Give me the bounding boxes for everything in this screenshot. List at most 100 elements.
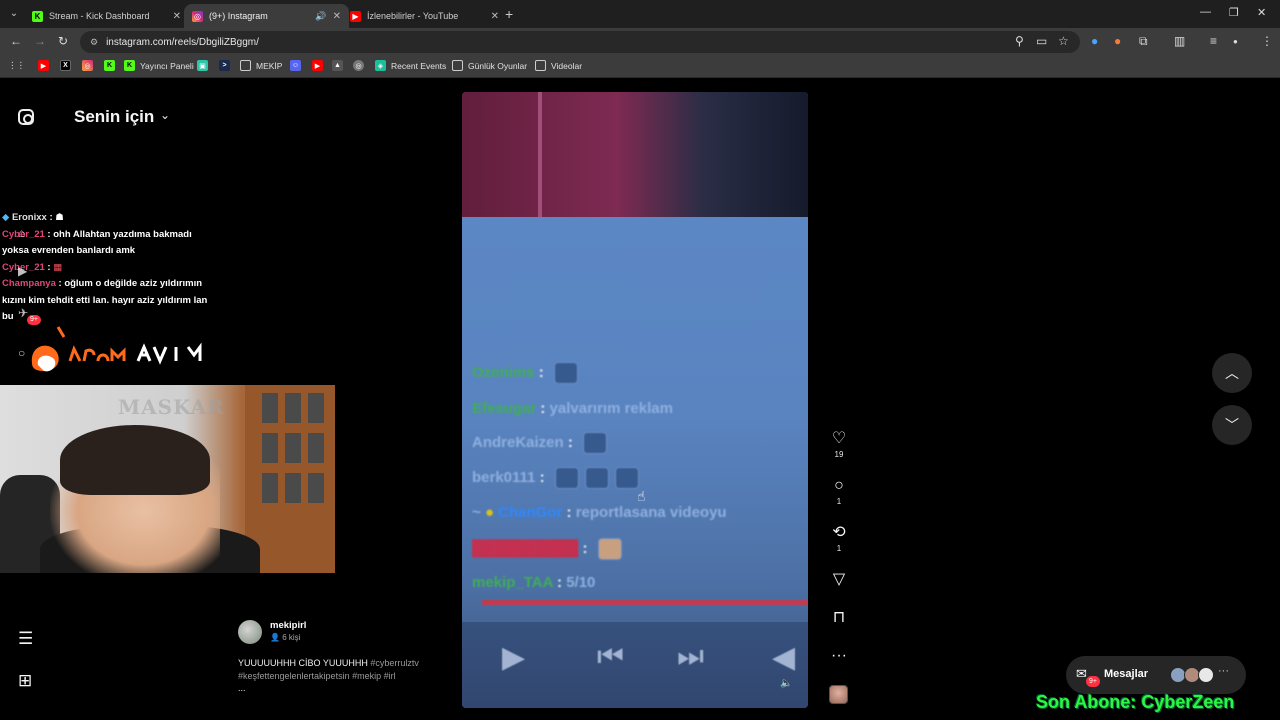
tagged-people[interactable]: 👤 6 kişi [270, 633, 300, 642]
next-reel-button[interactable]: ﹀ [1212, 405, 1252, 445]
close-window-icon[interactable]: ✕ [1257, 6, 1266, 19]
bookmark-kick[interactable]: K [104, 60, 120, 71]
bookmark-recent-events[interactable]: ◈ Recent Events [375, 60, 446, 71]
bookmark-circle[interactable]: ◎ [353, 60, 369, 71]
bookmark-label: Recent Events [391, 60, 447, 71]
video-chat-user: Efesugar [472, 400, 537, 417]
close-tab-icon[interactable]: ✕ [173, 11, 181, 22]
door-pane [285, 473, 301, 503]
bookmark-mekip[interactable]: MEKİP [240, 60, 282, 71]
more-options-button[interactable]: ··· [826, 647, 852, 665]
messages-badge: 9+ [1086, 676, 1100, 687]
comment-button[interactable]: ○ 1 [826, 477, 852, 506]
door-pane [262, 433, 278, 463]
bookmark-app[interactable]: ▣ [197, 60, 213, 71]
chat-username: Eronixx [11, 212, 47, 223]
chat-message: ◆ Eronixx : ☗ [2, 212, 64, 223]
extensions-icon[interactable]: ⧉ [1139, 34, 1148, 49]
video-top-scene [462, 92, 808, 217]
tab-title: İzlenebilirler - YouTube [367, 11, 459, 21]
close-tab-icon[interactable]: ✕ [333, 11, 341, 22]
bookmark-image[interactable]: ▲ [332, 60, 348, 71]
bookmark-terminal[interactable]: > [219, 60, 235, 71]
reload-icon[interactable]: ↻ [58, 34, 68, 48]
forward-icon[interactable]: → [34, 34, 46, 48]
bookmark-gunluk-oyunlar[interactable]: Günlük Oyunlar [452, 60, 527, 71]
kick-icon: K [124, 60, 135, 71]
speaker-icon[interactable]: 🔈 [780, 678, 792, 689]
tab-search-icon[interactable]: ⌄ [6, 5, 22, 21]
feed-selector[interactable]: Senin için [74, 107, 154, 127]
next-icon: ⏭ [677, 640, 704, 673]
chat-message: Cyber_21 : ▦ [2, 261, 63, 273]
messages-label: Mesajlar [1104, 668, 1149, 680]
profile-icon[interactable]: ● [1233, 37, 1238, 46]
tab-instagram[interactable]: ◎ (9+) Instagram 🔊 ✕ [184, 4, 349, 28]
chevron-up-icon: ︿ [1225, 365, 1239, 381]
video-chat-line: Ozenims : [472, 362, 578, 384]
reels-icon[interactable]: ▶ [18, 264, 27, 278]
author-username[interactable]: mekipirl [270, 620, 306, 631]
kick-icon: K [104, 60, 115, 71]
emote-icon [554, 467, 579, 489]
save-button[interactable]: ⊓ [826, 609, 852, 627]
apps-icon[interactable]: ⋮⋮ [8, 60, 25, 71]
x-icon: X [60, 60, 71, 71]
bookmark-x[interactable]: X [60, 60, 76, 71]
extension-blue-icon[interactable]: ● [1091, 34, 1098, 48]
restore-icon[interactable]: ❐ [1229, 6, 1239, 19]
reel-video[interactable]: Ozenims : Efesugar : yalvarırım reklam A… [462, 92, 808, 708]
caption-more[interactable]: ... [238, 683, 246, 693]
circle-icon: ◎ [353, 60, 364, 71]
stream-brand-logo [31, 326, 202, 372]
search-icon[interactable]: ○ [18, 346, 25, 360]
chevron-down-icon[interactable]: ⌄ [160, 108, 170, 122]
messages-button[interactable]: ✉ 9+ Mesajlar ··· [1066, 656, 1246, 694]
repost-button[interactable]: ⟲ 1 [826, 524, 852, 553]
tab-kick-dashboard[interactable]: K Stream - Kick Dashboard ✕ [24, 4, 189, 28]
tab-title: Stream - Kick Dashboard [49, 11, 150, 21]
volume-icon: ◀ [772, 641, 796, 674]
bookmark-discord[interactable]: ☺ [290, 60, 306, 71]
bookmark-star-icon[interactable]: ☆ [1058, 34, 1069, 48]
avatar[interactable] [238, 620, 262, 644]
tab-youtube[interactable]: ▶ İzlenebilirler - YouTube ✕ [342, 4, 507, 28]
bookmark-yayinci-paneli[interactable]: K Yayıncı Paneli [124, 60, 194, 71]
browser-tab-strip: ⌄ K Stream - Kick Dashboard ✕ ◎ (9+) Ins… [0, 0, 1280, 28]
door-pane [285, 393, 301, 423]
minimize-icon[interactable]: — [1200, 6, 1211, 18]
like-button[interactable]: ♡ 19 [826, 430, 852, 459]
media-controls-icon[interactable]: ≡ [1210, 34, 1217, 48]
zoom-icon[interactable]: ⚲ [1015, 34, 1024, 48]
bookmark-videolar[interactable]: Videolar [535, 60, 582, 71]
close-tab-icon[interactable]: ✕ [491, 11, 499, 22]
bookmark-instagram[interactable]: ◎ [82, 60, 98, 71]
kick-icon: K [32, 10, 43, 22]
video-chat-text: 5/10 [566, 574, 596, 591]
instagram-logo-icon[interactable] [18, 109, 34, 125]
bookmark-icon: ⊓ [832, 609, 846, 626]
door-pane [262, 393, 278, 423]
back-icon[interactable]: ← [10, 34, 22, 48]
bookmark-youtube[interactable]: ▶ [38, 60, 54, 71]
home-icon[interactable]: ⌂ [18, 226, 25, 240]
bookmark-youtube-2[interactable]: ▶ [312, 60, 328, 71]
emote-icon [614, 467, 639, 489]
cast-icon[interactable]: ▭ [1036, 34, 1047, 48]
previous-reel-button[interactable]: ︿ [1212, 353, 1252, 393]
also-from-meta-icon[interactable]: ⊞ [18, 671, 32, 691]
webcam-overlay: MASKAR [0, 385, 335, 573]
side-panel-icon[interactable]: ▥ [1174, 34, 1185, 48]
site-info-icon[interactable]: ⚙ [90, 37, 98, 48]
share-button[interactable]: ▽ [826, 571, 852, 589]
address-bar[interactable]: ⚙ instagram.com/reels/DbgiliZBggm/ [80, 31, 1080, 53]
speaker-icon[interactable]: 🔊 [315, 11, 326, 22]
extension-orange-icon[interactable]: ● [1114, 34, 1121, 48]
new-tab-button[interactable]: + [505, 6, 513, 22]
ellipsis-icon: ··· [1218, 665, 1229, 677]
video-chat-user: berk0111 [472, 468, 536, 486]
audio-thumbnail[interactable] [829, 685, 848, 704]
more-menu-icon[interactable]: ☰ [18, 629, 33, 649]
menu-icon[interactable]: ⋮ [1261, 34, 1273, 48]
stream-chat-overlay: ◆ Eronixx : ☗ Cyber_21 : ohh Allahtan ya… [2, 210, 217, 326]
